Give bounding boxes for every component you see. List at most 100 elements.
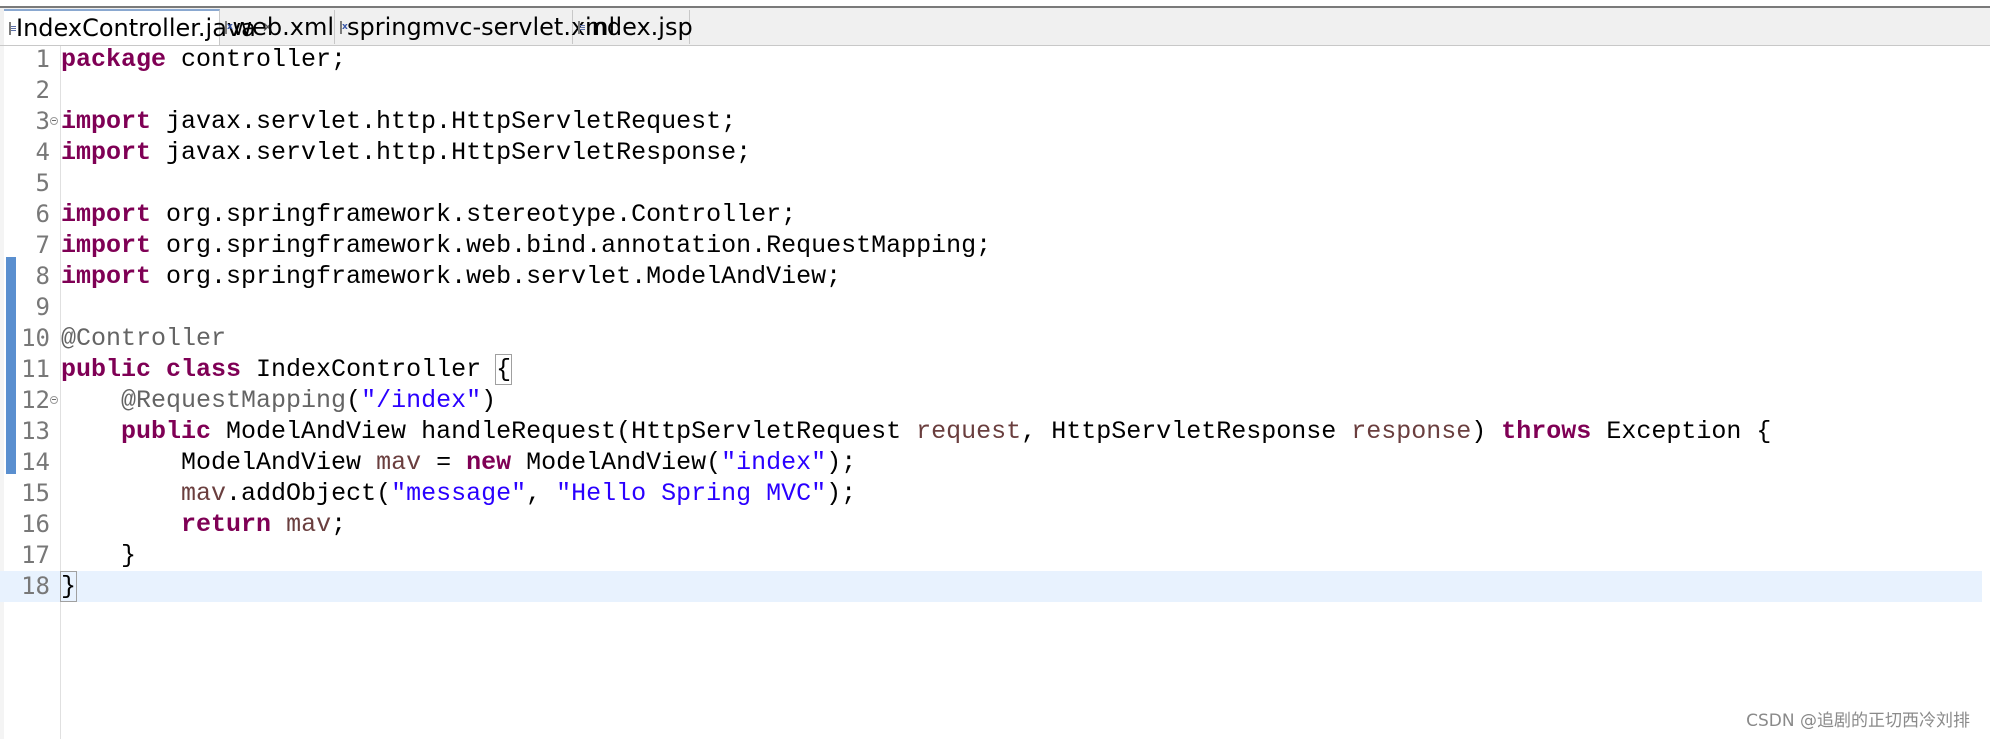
code-line[interactable]: 10 @Controller	[0, 323, 1990, 354]
line-number: 2	[35, 76, 50, 104]
code-token: ModelAndView	[61, 448, 377, 477]
code-token: );	[826, 479, 857, 508]
code-token: (	[346, 386, 362, 415]
code-token: class	[166, 355, 242, 384]
code-token: Exception {	[1591, 417, 1772, 446]
xml-file-icon	[340, 20, 348, 34]
code-token: ModelAndView handleRequest(HttpServletRe…	[211, 417, 917, 446]
code-text[interactable]: import org.springframework.web.servlet.M…	[61, 261, 841, 292]
code-text[interactable]: import javax.servlet.http.HttpServletReq…	[61, 106, 736, 137]
tab-label: web.xml	[232, 13, 334, 41]
code-token: IndexController	[241, 355, 497, 384]
code-line[interactable]: 9	[0, 292, 1990, 323]
code-line[interactable]: 2	[0, 75, 1990, 106]
code-token: mav	[286, 510, 332, 539]
code-token: @RequestMapping	[121, 386, 347, 415]
editor-tab-bar: IndexController.java ✕ web.xml springmvc…	[0, 8, 1990, 46]
code-token: , HttpServletResponse	[1021, 417, 1352, 446]
code-token: "index"	[721, 448, 827, 477]
line-number: 18	[21, 572, 50, 600]
watermark-text: CSDN @追剧的正切西冷刘排	[1746, 711, 1970, 731]
line-number: 17	[21, 541, 50, 569]
jsp-file-icon	[578, 20, 585, 34]
line-number: 7	[35, 231, 50, 259]
fold-toggle-icon[interactable]	[50, 396, 58, 404]
line-number: 8	[35, 262, 50, 290]
line-number: 10	[21, 324, 50, 352]
code-token: @Controller	[61, 324, 227, 353]
code-token: javax.servlet.http.HttpServletResponse;	[151, 138, 752, 167]
line-number: 3	[35, 107, 50, 135]
code-line[interactable]: 17 }	[0, 540, 1990, 571]
code-line[interactable]: 18}	[0, 571, 1990, 602]
code-token: "message"	[391, 479, 527, 508]
code-text[interactable]: return mav;	[61, 509, 346, 540]
code-text[interactable]: @Controller	[61, 323, 226, 354]
code-text[interactable]: import org.springframework.web.bind.anno…	[61, 230, 991, 261]
tab-web-xml[interactable]: web.xml	[220, 10, 335, 44]
code-line[interactable]: 7 import org.springframework.web.bind.ann…	[0, 230, 1990, 261]
tab-indexcontroller-java[interactable]: IndexController.java ✕	[4, 9, 274, 45]
code-token: "Hello Spring MVC"	[556, 479, 827, 508]
code-text[interactable]: mav.addObject("message", "Hello Spring M…	[61, 478, 856, 509]
code-text[interactable]: import org.springframework.stereotype.Co…	[61, 199, 796, 230]
code-token: public	[121, 417, 212, 446]
code-text[interactable]: ModelAndView mav = new ModelAndView("ind…	[61, 447, 856, 478]
code-line[interactable]: 13 public ModelAndView handleRequest(Htt…	[0, 416, 1990, 447]
code-token: import	[61, 200, 152, 229]
code-token: new	[466, 448, 512, 477]
code-token: import	[61, 107, 152, 136]
code-line[interactable]: 12 @RequestMapping("/index")	[0, 385, 1990, 416]
code-token: import	[61, 262, 152, 291]
overview-ruler[interactable]	[1982, 46, 1990, 739]
line-number: 6	[35, 200, 50, 228]
code-text[interactable]: public ModelAndView handleRequest(HttpSe…	[61, 416, 1771, 447]
code-line[interactable]: 15 mav.addObject("message", "Hello Sprin…	[0, 478, 1990, 509]
code-line[interactable]: 14 ModelAndView mav = new ModelAndView("…	[0, 447, 1990, 478]
code-token: public	[61, 355, 152, 384]
code-token: import	[61, 231, 152, 260]
line-number: 9	[35, 293, 50, 321]
tab-index-jsp[interactable]: index.jsp	[573, 10, 693, 44]
code-token: ModelAndView(	[511, 448, 722, 477]
code-token: {	[495, 354, 513, 385]
code-line[interactable]: 5	[0, 168, 1990, 199]
code-text[interactable]: package controller;	[61, 44, 346, 75]
java-file-icon	[9, 21, 16, 35]
code-text[interactable]: public class IndexController {	[61, 354, 513, 385]
code-token: .addObject(	[226, 479, 392, 508]
code-line[interactable]: 16 return mav;	[0, 509, 1990, 540]
code-token: "/index"	[361, 386, 482, 415]
code-line[interactable]: 6 import org.springframework.stereotype.C…	[0, 199, 1990, 230]
code-line[interactable]: 8 import org.springframework.web.servlet.…	[0, 261, 1990, 292]
line-number: 16	[21, 510, 50, 538]
code-line[interactable]: 1 package controller;	[0, 44, 1990, 75]
xml-file-icon	[225, 20, 235, 34]
code-text[interactable]: import javax.servlet.http.HttpServletRes…	[61, 137, 751, 168]
code-token: request	[916, 417, 1022, 446]
code-line[interactable]: 3 import javax.servlet.http.HttpServletRe…	[0, 106, 1990, 137]
code-token: org.springframework.stereotype.Controlle…	[151, 200, 797, 229]
code-line[interactable]: 4 import javax.servlet.http.HttpServletRe…	[0, 137, 1990, 168]
code-token: org.springframework.web.bind.annotation.…	[151, 231, 992, 260]
code-token: }	[59, 571, 78, 602]
line-number: 11	[21, 355, 50, 383]
code-text[interactable]: }	[61, 540, 136, 571]
code-editor[interactable]: 1 package controller; 2 3 import javax.servl…	[0, 44, 1990, 739]
code-token: package	[61, 45, 167, 74]
tab-springmvc-servlet-xml[interactable]: springmvc-servlet.xml	[335, 10, 615, 44]
code-token: return	[181, 510, 272, 539]
fold-toggle-icon[interactable]	[50, 117, 58, 125]
line-number: 12	[21, 386, 50, 414]
code-line[interactable]: 11 public class IndexController {	[0, 354, 1990, 385]
code-text[interactable]: @RequestMapping("/index")	[61, 385, 496, 416]
code-token: ,	[526, 479, 557, 508]
code-token: mav	[376, 448, 422, 477]
code-text[interactable]: }	[59, 571, 78, 602]
code-token: )	[481, 386, 497, 415]
code-token: }	[61, 541, 137, 570]
code-token: controller;	[166, 45, 347, 74]
